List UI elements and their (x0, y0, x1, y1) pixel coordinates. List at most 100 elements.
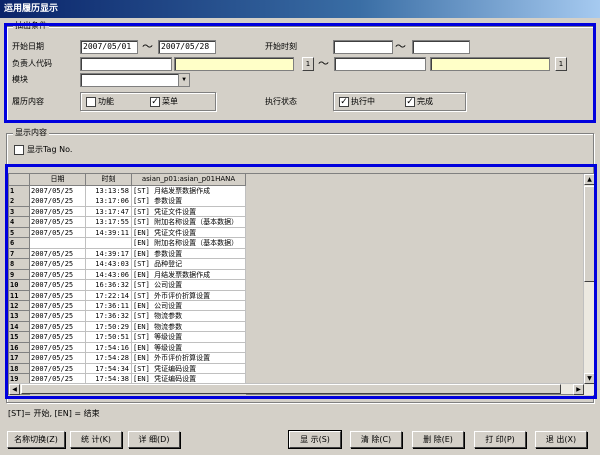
time-cell: 14:39:11 (86, 227, 132, 239)
row-number[interactable]: 5 (9, 227, 30, 239)
filter-group-title: 抽出条件 (13, 21, 49, 31)
table-row[interactable]: 8 2007/05/25 14:43:03 [ST] 品种登记 (9, 259, 246, 270)
show-button[interactable]: 显 示(S) (288, 430, 342, 449)
time-cell: 14:43:03 (86, 259, 132, 270)
vertical-scrollbar[interactable]: ▲ ▼ (583, 174, 595, 395)
row-number[interactable]: 4 (9, 217, 30, 228)
table-row[interactable]: 3 2007/05/25 13:17:47 [ST] 凭证文件设置 (9, 206, 246, 218)
row-number[interactable]: 10 (9, 280, 30, 291)
time-cell (86, 238, 132, 249)
start-date-label: 开始日期 (12, 42, 44, 51)
history-function-label: 功能 (98, 97, 114, 106)
stats-button[interactable]: 统 计(K) (70, 431, 122, 448)
date-cell: 2007/05/25 (30, 353, 86, 364)
row-number[interactable]: 14 (9, 321, 30, 333)
row-number[interactable]: 18 (9, 363, 30, 375)
table-row[interactable]: 13 2007/05/25 17:36:32 [ST] 物流参数 (9, 311, 246, 322)
event-cell: [EN] 月结发票数据作成 (132, 269, 246, 281)
scroll-right-icon[interactable]: ▶ (573, 384, 584, 395)
table-row[interactable]: 14 2007/05/25 17:50:29 [EN] 物流参数 (9, 321, 246, 333)
vertical-scroll-thumb[interactable] (584, 186, 595, 282)
row-number[interactable]: 7 (9, 248, 30, 260)
delete-button[interactable]: 删 除(E) (412, 431, 464, 448)
grid-header-user[interactable]: asian_p01:asian_p01HANA (132, 174, 246, 186)
row-number[interactable]: 11 (9, 290, 30, 301)
row-number[interactable]: 2 (9, 196, 30, 207)
horizontal-scrollbar[interactable]: ◀ ▶ (9, 383, 584, 395)
date-cell: 2007/05/25 (30, 259, 86, 270)
chevron-down-icon[interactable]: ▼ (178, 74, 189, 86)
show-tag-label: 显示Tag No. (27, 145, 73, 154)
clear-button[interactable]: 清 除(C) (350, 431, 402, 448)
owner-from-code-field[interactable] (80, 57, 172, 71)
print-button[interactable]: 打 印(P) (474, 431, 526, 448)
table-row[interactable]: 10 2007/05/25 16:36:32 [ST] 公司设置 (9, 280, 246, 291)
table-row[interactable]: 5 2007/05/25 14:39:11 [EN] 凭证文件设置 (9, 227, 246, 239)
table-row[interactable]: 16 2007/05/25 17:54:16 [EN] 等级设置 (9, 342, 246, 354)
row-number[interactable]: 16 (9, 342, 30, 354)
start-time-to-field[interactable] (412, 40, 470, 54)
exit-button[interactable]: 退 出(X) (535, 431, 587, 448)
date-cell: 2007/05/25 (30, 363, 86, 375)
date-cell: 2007/05/25 (30, 269, 86, 281)
event-cell: [ST] 物流参数 (132, 311, 246, 322)
table-row[interactable]: 9 2007/05/25 14:43:06 [EN] 月结发票数据作成 (9, 269, 246, 281)
event-cell: [EN] 等级设置 (132, 342, 246, 354)
row-number[interactable]: 9 (9, 269, 30, 281)
row-number[interactable]: 15 (9, 332, 30, 343)
exec-running-checkbox[interactable]: ✓ (339, 97, 349, 107)
scroll-down-icon[interactable]: ▼ (584, 373, 595, 384)
start-time-label: 开始时刻 (265, 42, 297, 51)
scroll-up-icon[interactable]: ▲ (584, 174, 595, 185)
grid-header-date[interactable]: 日期 (30, 174, 86, 186)
horizontal-scroll-thumb[interactable] (21, 384, 561, 394)
detail-button[interactable]: 详 细(D) (128, 431, 180, 448)
table-row[interactable]: 18 2007/05/25 17:54:34 [ST] 凭证编码设置 (9, 363, 246, 375)
time-cell: 17:36:32 (86, 311, 132, 322)
event-cell: [EN] 外币评价折算设置 (132, 353, 246, 364)
name-switch-button[interactable]: 名称切换(Z) (7, 431, 65, 448)
history-function-checkbox[interactable] (86, 97, 96, 107)
table-row[interactable]: 4 2007/05/25 13:17:55 [ST] 附加名称设置（基本数据） (9, 217, 246, 228)
history-grid[interactable]: 日期 时刻 asian_p01:asian_p01HANA 1 2007/05/2… (8, 173, 595, 396)
owner-to-search-button[interactable]: 1 (555, 57, 567, 71)
table-row[interactable]: 6 [EN] 附加名称设置（基本数据） (9, 238, 246, 249)
start-date-to-field[interactable]: 2007/05/28 (158, 40, 216, 54)
history-menu-checkbox[interactable]: ✓ (150, 97, 160, 107)
event-cell: [ST] 月结发票数据作成 (132, 186, 246, 197)
table-row[interactable]: 11 2007/05/25 17:22:14 [ST] 外币评价折算设置 (9, 290, 246, 301)
grid-header-time[interactable]: 时刻 (86, 174, 132, 186)
table-row[interactable]: 15 2007/05/25 17:50:51 [ST] 等级设置 (9, 332, 246, 343)
exec-done-checkbox[interactable]: ✓ (405, 97, 415, 107)
date-cell: 2007/05/25 (30, 186, 86, 197)
event-cell: [ST] 凭证编码设置 (132, 363, 246, 375)
start-time-from-field[interactable] (333, 40, 393, 54)
table-row[interactable]: 17 2007/05/25 17:54:28 [EN] 外币评价折算设置 (9, 353, 246, 364)
show-tag-checkbox[interactable] (14, 145, 24, 155)
start-date-from-field[interactable]: 2007/05/01 (80, 40, 138, 54)
event-cell: [EN] 附加名称设置（基本数据） (132, 238, 246, 249)
date-cell: 2007/05/25 (30, 227, 86, 239)
owner-from-search-button[interactable]: 1 (302, 57, 314, 71)
event-cell: [ST] 参数设置 (132, 196, 246, 207)
row-number[interactable]: 3 (9, 206, 30, 218)
row-number[interactable]: 1 (9, 186, 30, 197)
display-group-title: 显示内容 (13, 128, 49, 138)
row-number[interactable]: 13 (9, 311, 30, 322)
event-cell: [ST] 外币评价折算设置 (132, 290, 246, 301)
table-row[interactable]: 12 2007/05/25 17:36:11 [EN] 公司设置 (9, 300, 246, 312)
time-cell: 17:50:51 (86, 332, 132, 343)
date-cell: 2007/05/25 (30, 342, 86, 354)
row-number[interactable]: 8 (9, 259, 30, 270)
row-number[interactable]: 12 (9, 300, 30, 312)
table-row[interactable]: 2 2007/05/25 13:17:06 [ST] 参数设置 (9, 196, 246, 207)
table-row[interactable]: 7 2007/05/25 14:39:17 [EN] 参数设置 (9, 248, 246, 260)
table-row[interactable]: 1 2007/05/25 13:13:58 [ST] 月结发票数据作成 (9, 186, 246, 197)
row-number[interactable]: 6 (9, 238, 30, 249)
time-cell: 17:36:11 (86, 300, 132, 312)
row-number[interactable]: 17 (9, 353, 30, 364)
owner-to-code-field[interactable] (334, 57, 426, 71)
scroll-left-icon[interactable]: ◀ (9, 384, 20, 395)
module-select[interactable]: ▼ (80, 73, 190, 87)
owner-to-name-field (430, 57, 550, 71)
